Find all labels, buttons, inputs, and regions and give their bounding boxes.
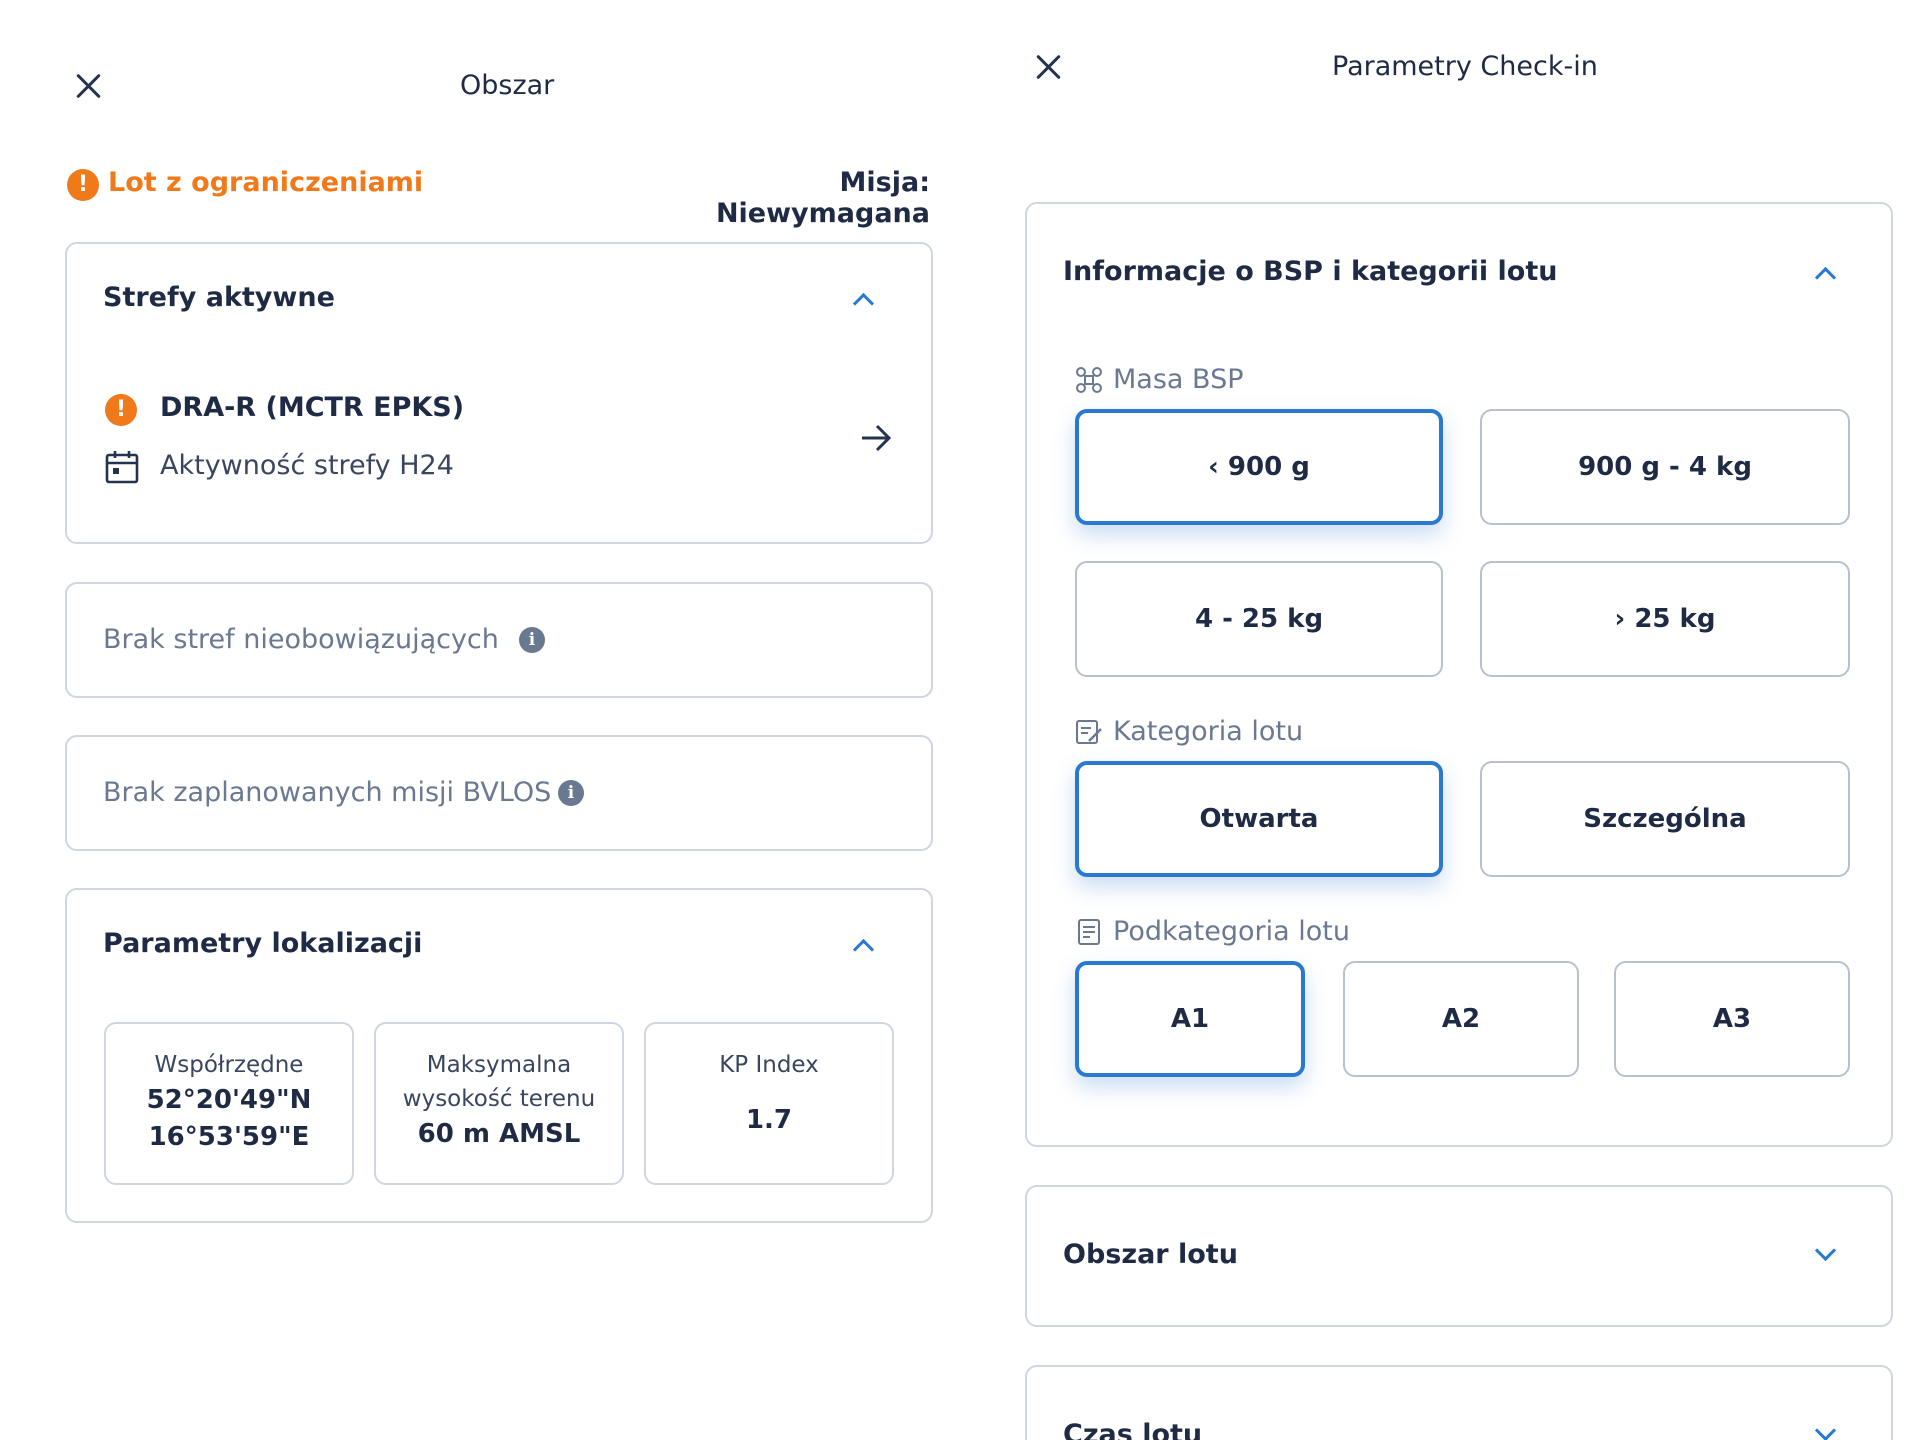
drone-icon <box>1076 367 1102 393</box>
close-icon[interactable] <box>1030 49 1066 85</box>
flight-time-header: Czas lotu <box>1063 1419 1203 1440</box>
zone-name: DRA-R (MCTR EPKS) <box>160 392 465 423</box>
flight-status: Lot z ograniczeniami <box>108 167 424 198</box>
page-title: Obszar <box>460 70 555 101</box>
max-height-label: Maksymalna <box>426 1052 572 1078</box>
max-height-stat: Maksymalna wysokość terenu 60 m AMSL <box>374 1022 624 1185</box>
chevron-up-icon[interactable] <box>1814 266 1837 289</box>
kp-index-stat: KP Index 1.7 <box>644 1022 894 1185</box>
bsp-info-card: Informacje o BSP i kategorii lotu Masa B… <box>1025 202 1893 1147</box>
mass-option-900g-4kg[interactable]: 900 g - 4 kg <box>1480 409 1850 525</box>
no-bvlos-card: Brak zaplanowanych misji BVLOS i <box>65 735 933 851</box>
active-zones-card: Strefy aktywne ! DRA-R (MCTR EPKS) Aktyw… <box>65 242 933 544</box>
subcategory-option-a1[interactable]: A1 <box>1075 961 1305 1077</box>
location-params-header: Parametry lokalizacji <box>103 928 423 959</box>
kp-index-value: 1.7 <box>745 1105 793 1135</box>
warning-icon: ! <box>105 394 137 426</box>
page-title: Parametry Check-in <box>1332 51 1598 82</box>
info-icon[interactable]: i <box>519 627 545 653</box>
coordinates-lon: 16°53'59"E <box>148 1122 310 1152</box>
edit-document-icon <box>1076 720 1102 744</box>
subcategory-option-a3[interactable]: A3 <box>1614 961 1850 1077</box>
location-params-card: Parametry lokalizacji Współrzędne 52°20'… <box>65 888 933 1223</box>
no-bvlos-text: Brak zaplanowanych misji BVLOS <box>103 777 552 808</box>
coordinates-lat: 52°20'49"N <box>146 1085 312 1115</box>
mass-option-over-25kg[interactable]: › 25 kg <box>1480 561 1850 677</box>
active-zones-header: Strefy aktywne <box>103 282 335 313</box>
flight-area-header: Obszar lotu <box>1063 1239 1238 1270</box>
max-height-value: 60 m AMSL <box>417 1119 581 1149</box>
flight-area-card[interactable]: Obszar lotu <box>1025 1185 1893 1327</box>
no-zones-text: Brak stref nieobowiązujących <box>103 624 499 655</box>
close-icon[interactable] <box>70 68 106 104</box>
category-option-open[interactable]: Otwarta <box>1075 761 1443 877</box>
chevron-up-icon[interactable] <box>852 292 875 315</box>
no-zones-card: Brak stref nieobowiązujących i <box>65 582 933 698</box>
coordinates-label: Współrzędne <box>154 1052 304 1078</box>
coordinates-stat: Współrzędne 52°20'49"N 16°53'59"E <box>104 1022 354 1185</box>
mass-label: Masa BSP <box>1113 364 1244 395</box>
chevron-down-icon[interactable] <box>1814 1419 1837 1440</box>
info-icon[interactable]: i <box>558 780 584 806</box>
mass-option-under-900g[interactable]: ‹ 900 g <box>1075 409 1443 525</box>
chevron-down-icon[interactable] <box>1814 1239 1837 1262</box>
document-icon <box>1078 919 1100 945</box>
arrow-right-icon[interactable] <box>860 424 892 452</box>
category-label: Kategoria lotu <box>1113 716 1304 747</box>
zone-activity: Aktywność strefy H24 <box>160 450 454 481</box>
category-option-specific[interactable]: Szczególna <box>1480 761 1850 877</box>
kp-index-label: KP Index <box>719 1052 819 1078</box>
subcategory-label: Podkategoria lotu <box>1113 916 1350 947</box>
mission-status: Misja: Niewymagana <box>715 167 930 229</box>
bsp-info-header: Informacje o BSP i kategorii lotu <box>1063 256 1558 287</box>
chevron-up-icon[interactable] <box>852 938 875 961</box>
mass-option-4-25kg[interactable]: 4 - 25 kg <box>1075 561 1443 677</box>
calendar-icon <box>105 451 139 484</box>
warning-icon: ! <box>67 169 99 201</box>
flight-time-card[interactable]: Czas lotu <box>1025 1365 1893 1440</box>
flight-time-clip: Czas lotu <box>1020 1360 1900 1440</box>
subcategory-option-a2[interactable]: A2 <box>1343 961 1579 1077</box>
max-height-label-2: wysokość terenu <box>402 1086 596 1112</box>
